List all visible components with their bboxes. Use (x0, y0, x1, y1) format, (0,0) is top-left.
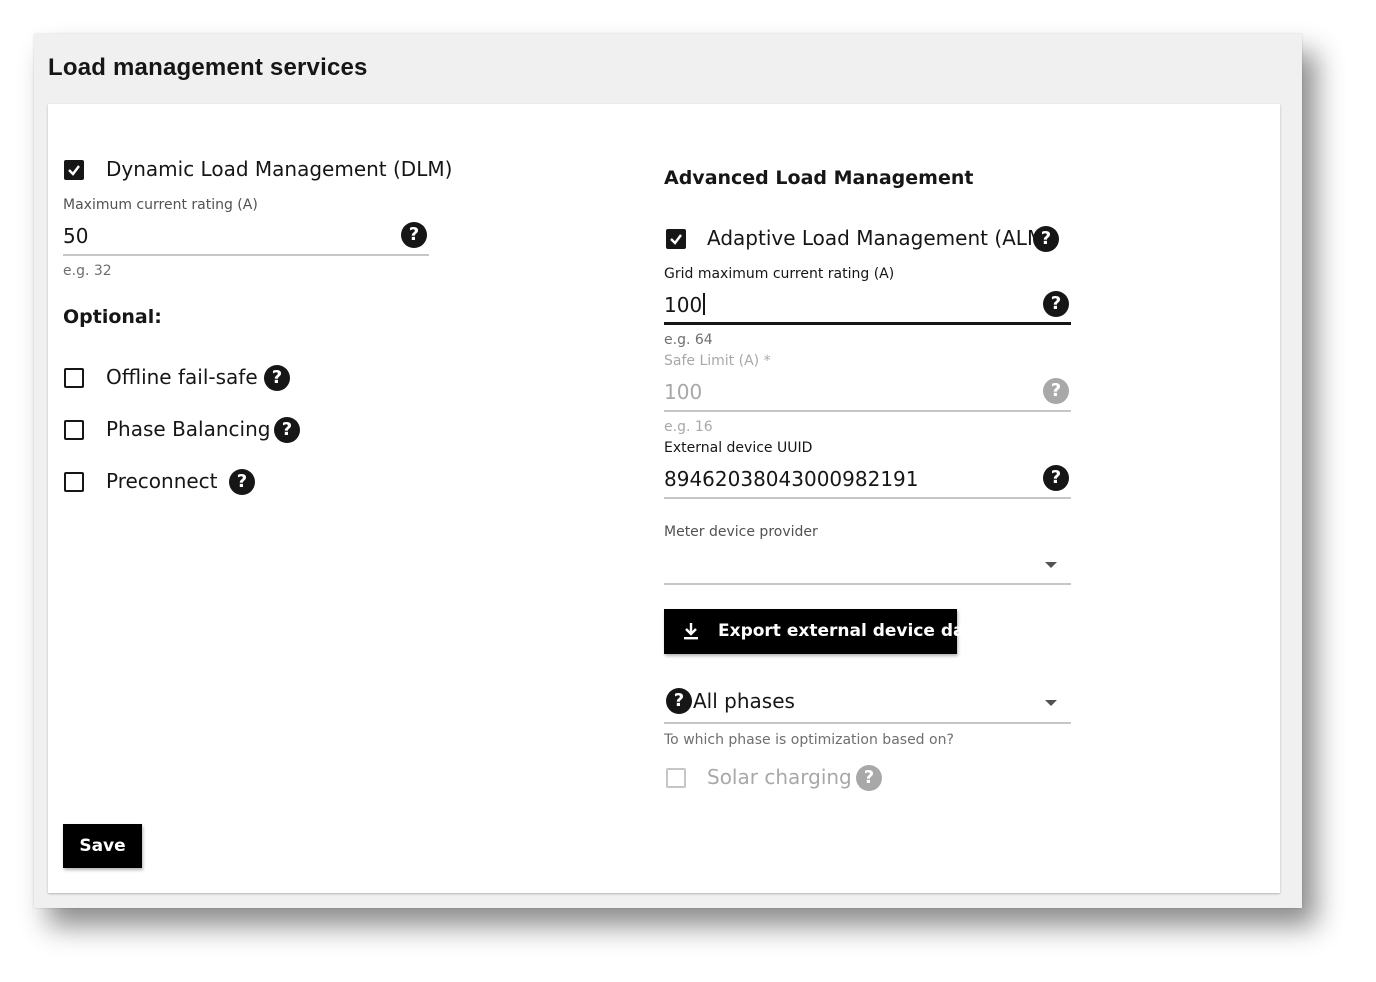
chevron-down-icon[interactable] (1045, 700, 1057, 706)
safe-limit-input[interactable]: 100 (664, 380, 702, 404)
grid-max-input[interactable]: 100 (664, 293, 706, 317)
grid-max-underline (664, 322, 1071, 325)
uuid-input[interactable]: 89462038043000982191 (664, 467, 919, 491)
solar-charging-label[interactable]: Solar charging (707, 765, 852, 789)
page-title: Load management services (48, 54, 368, 81)
grid-max-hint: e.g. 64 (664, 332, 713, 348)
alm-checkbox-label[interactable]: Adaptive Load Management (ALM) (707, 226, 1052, 250)
uuid-label: External device UUID (664, 440, 813, 456)
help-icon[interactable]: ? (1043, 465, 1069, 491)
phase-select[interactable]: All phases (693, 689, 795, 713)
offline-failsafe-checkbox[interactable] (64, 368, 84, 388)
max-current-input[interactable]: 50 (63, 224, 88, 248)
help-icon[interactable]: ? (264, 365, 290, 391)
meter-provider-underline (664, 583, 1071, 585)
save-button[interactable]: Save (63, 824, 142, 868)
grid-max-label: Grid maximum current rating (A) (664, 266, 895, 282)
max-current-hint: e.g. 32 (63, 263, 112, 279)
phase-select-underline (664, 722, 1071, 724)
phase-balancing-label[interactable]: Phase Balancing (106, 417, 270, 441)
phase-balancing-checkbox[interactable] (64, 420, 84, 440)
help-icon[interactable]: ? (666, 688, 692, 714)
optional-title: Optional: (63, 306, 162, 328)
help-icon[interactable]: ? (229, 469, 255, 495)
max-current-underline (63, 254, 429, 256)
download-icon (684, 623, 698, 640)
export-button-label: Export external device data (718, 621, 985, 641)
checkmark-icon (670, 234, 682, 245)
preconnect-label[interactable]: Preconnect (106, 469, 218, 493)
settings-card: Dynamic Load Management (DLM) Maximum cu… (48, 104, 1280, 893)
safe-limit-label: Safe Limit (A) * (664, 353, 771, 369)
help-icon[interactable]: ? (1033, 226, 1059, 252)
export-external-device-data-button[interactable]: Export external device data (664, 609, 984, 654)
settings-window: Load management services Dynamic Load Ma… (34, 34, 1302, 908)
advanced-load-management-title: Advanced Load Management (664, 167, 974, 189)
help-icon: ? (856, 765, 882, 791)
dlm-checkbox[interactable] (64, 160, 84, 180)
help-icon[interactable]: ? (401, 222, 427, 248)
preconnect-checkbox[interactable] (64, 472, 84, 492)
dlm-checkbox-label[interactable]: Dynamic Load Management (DLM) (106, 157, 452, 181)
checkmark-icon (68, 165, 80, 176)
max-current-label: Maximum current rating (A) (63, 197, 258, 213)
text-cursor (703, 293, 706, 315)
help-icon: ? (1043, 378, 1069, 404)
solar-charging-checkbox[interactable] (666, 768, 686, 788)
safe-limit-hint: e.g. 16 (664, 419, 713, 435)
safe-limit-underline (664, 410, 1071, 412)
alm-checkbox[interactable] (666, 229, 686, 249)
meter-provider-label: Meter device provider (664, 524, 818, 540)
help-icon[interactable]: ? (1043, 291, 1069, 317)
chevron-down-icon[interactable] (1045, 562, 1057, 568)
help-icon[interactable]: ? (274, 417, 300, 443)
grid-max-value: 100 (664, 293, 703, 317)
phase-select-hint: To which phase is optimization based on? (664, 732, 954, 748)
offline-failsafe-label[interactable]: Offline fail-safe (106, 365, 258, 389)
uuid-underline (664, 497, 1071, 499)
